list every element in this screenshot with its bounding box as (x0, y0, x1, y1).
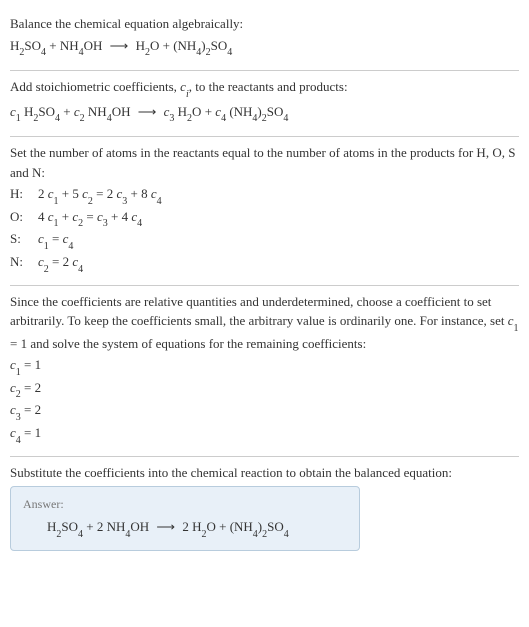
coeff-c2: c2 = 2 (10, 378, 519, 401)
stoich-equation: c1 H2SO4 + c2 NH4OH ⟶ c3 H2O + c4 (NH4)2… (10, 100, 519, 127)
reactant-2: NH4OH (60, 38, 103, 53)
reactant-1: H2SO4 (10, 38, 46, 53)
intro-section: Balance the chemical equation algebraica… (10, 8, 519, 70)
atom-row-h: H: 2 c1 + 5 c2 = 2 c3 + 8 c4 (10, 184, 519, 207)
coeff-c4: c4 = 1 (10, 423, 519, 446)
balanced-equation: H2SO4 + 2 NH4OH ⟶ 2 H2O + (NH4)2SO4 (23, 517, 347, 540)
stoich-section: Add stoichiometric coefficients, ci, to … (10, 71, 519, 136)
atom-row-o: O: 4 c1 + c2 = c3 + 4 c4 (10, 207, 519, 230)
coeff-c1: c1 = 1 (10, 355, 519, 378)
coeff-c3: c3 = 2 (10, 400, 519, 423)
final-text: Substitute the coefficients into the che… (10, 463, 519, 483)
solve-section: Since the coefficients are relative quan… (10, 286, 519, 456)
arrow-icon: ⟶ (106, 38, 133, 53)
atom-row-n: N: c2 = 2 c4 (10, 252, 519, 275)
intro-text: Balance the chemical equation algebraica… (10, 14, 519, 34)
atom-balance-table: H: 2 c1 + 5 c2 = 2 c3 + 8 c4 O: 4 c1 + c… (10, 184, 519, 274)
atom-balance-text: Set the number of atoms in the reactants… (10, 143, 519, 182)
arrow-icon: ⟶ (134, 104, 161, 119)
solve-text: Since the coefficients are relative quan… (10, 292, 519, 354)
arrow-icon: ⟶ (152, 519, 179, 534)
final-section: Substitute the coefficients into the che… (10, 457, 519, 561)
stoich-text: Add stoichiometric coefficients, ci, to … (10, 77, 519, 100)
answer-label: Answer: (23, 495, 347, 513)
coeff-list: c1 = 1 c2 = 2 c3 = 2 c4 = 1 (10, 355, 519, 445)
answer-box: Answer: H2SO4 + 2 NH4OH ⟶ 2 H2O + (NH4)2… (10, 486, 360, 551)
unbalanced-equation: H2SO4 + NH4OH ⟶ H2O + (NH4)2SO4 (10, 34, 519, 61)
product-2: (NH4)2SO4 (173, 38, 232, 53)
product-1: H2O (136, 38, 160, 53)
atom-row-s: S: c1 = c4 (10, 229, 519, 252)
atom-balance-section: Set the number of atoms in the reactants… (10, 137, 519, 284)
